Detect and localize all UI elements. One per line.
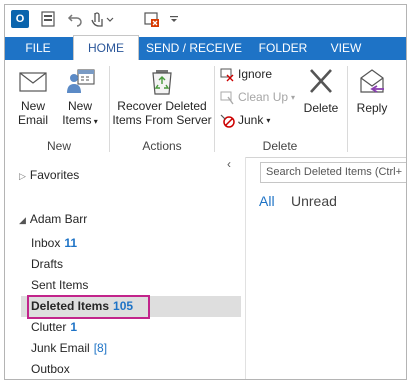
new-items-button[interactable]: New Items ▾ [57, 66, 103, 129]
junk-button[interactable]: Junk ▾ [219, 112, 270, 128]
ignore-icon [220, 68, 234, 82]
group-label-actions: Actions [142, 139, 182, 153]
new-email-label-1: New [20, 99, 45, 113]
account-header[interactable]: ◢ Adam Barr [19, 209, 87, 229]
junk-icon [220, 114, 235, 128]
send-receive-all-icon[interactable] [37, 9, 59, 29]
folder-sent-items[interactable]: Sent Items [31, 275, 88, 295]
filter-unread[interactable]: Unread [291, 193, 337, 209]
filter-all[interactable]: All [259, 193, 275, 209]
recover-label-1: Recover Deleted [117, 99, 207, 113]
new-items-label-1: New [67, 99, 92, 113]
tab-home[interactable]: HOME [73, 35, 139, 60]
tab-file[interactable]: FILE [9, 37, 67, 60]
group-label-delete: Delete [262, 139, 298, 153]
ribbon-tabs: FILE HOME SEND / RECEIVE FOLDER VIEW [5, 33, 406, 60]
delete-label: Delete [303, 101, 339, 115]
clean-up-button[interactable]: Clean Up ▾ [219, 89, 295, 105]
folder-junk-email[interactable]: Junk Email [8] [31, 338, 107, 358]
new-items-icon [67, 69, 95, 93]
delete-all-icon[interactable] [141, 9, 163, 29]
reply-button[interactable]: Reply [351, 66, 393, 115]
ribbon-separator [347, 66, 348, 152]
group-label-new: New [46, 139, 71, 153]
tab-send-receive[interactable]: SEND / RECEIVE [143, 37, 245, 60]
folder-inbox[interactable]: Inbox 11 [31, 233, 77, 253]
tab-view[interactable]: VIEW [323, 37, 369, 60]
outlook-window: O FILE HOME SEND / RECEIVE FOLDER VIEW N… [4, 4, 407, 380]
collapse-pane-icon[interactable]: ‹ [227, 157, 231, 171]
outlook-logo-letter: O [11, 10, 29, 28]
customize-toolbar-icon[interactable] [167, 9, 181, 29]
new-email-label-2: Email [17, 113, 48, 127]
folder-clutter[interactable]: Clutter 1 [31, 317, 77, 337]
recycle-bin-icon [152, 70, 172, 95]
clean-up-icon [220, 91, 234, 105]
touch-mode-icon[interactable] [87, 9, 117, 29]
search-input[interactable]: Search Deleted Items (Ctrl+ [260, 162, 406, 183]
recover-label-2: Items From Server [112, 113, 212, 127]
reply-label: Reply [356, 101, 388, 115]
delete-button[interactable]: Delete [301, 66, 341, 115]
new-email-icon [19, 72, 47, 92]
favorites-header[interactable]: ▷ Favorites [19, 165, 79, 185]
ribbon-separator [109, 66, 110, 152]
recover-deleted-items-button[interactable]: Recover Deleted Items From Server [111, 66, 213, 127]
tab-folder[interactable]: FOLDER [251, 37, 315, 60]
ignore-button[interactable]: Ignore [219, 66, 272, 82]
clean-up-label: Clean Up [238, 90, 289, 104]
folder-drafts[interactable]: Drafts [31, 254, 63, 274]
quick-access-toolbar: O [5, 5, 406, 33]
delete-x-icon [310, 69, 332, 93]
new-email-button[interactable]: New Email [11, 66, 55, 127]
reply-icon [360, 69, 384, 93]
undo-icon[interactable] [65, 9, 85, 29]
ignore-label: Ignore [238, 67, 273, 81]
collapse-arrow-icon: ◢ [19, 215, 26, 225]
outlook-app-icon[interactable]: O [9, 9, 31, 29]
ribbon: New Email New Items ▾ New Recover Delete… [5, 60, 406, 158]
expand-arrow-icon: ▷ [19, 171, 26, 181]
junk-label: Junk [238, 113, 264, 127]
callout-highlight-box [27, 295, 150, 319]
new-items-label-2: Items ▾ [62, 113, 98, 127]
folder-outbox[interactable]: Outbox [31, 359, 70, 379]
